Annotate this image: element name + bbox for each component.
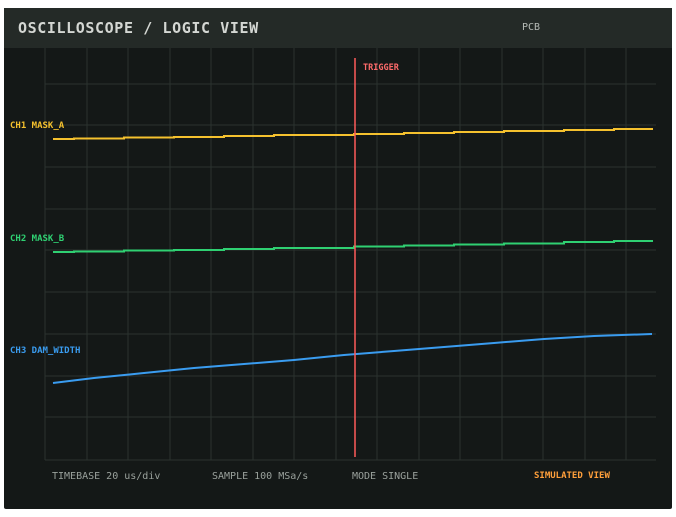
grid-lines (44, 48, 656, 461)
oscilloscope-window: OSCILLOSCOPE / LOGIC VIEW PCB TRIGGER CH… (4, 8, 672, 509)
ch3-label: CH3 DAM_WIDTH (10, 346, 81, 356)
mode-readout: MODE SINGLE (352, 471, 419, 482)
timebase-readout: TIMEBASE 20 us/div (52, 471, 161, 482)
sample-rate-readout: SAMPLE 100 MSa/s (212, 471, 309, 482)
trigger-label: TRIGGER (363, 63, 399, 73)
waveform-display[interactable] (4, 8, 672, 509)
ch1-label: CH1 MASK_A (10, 121, 65, 131)
ch2-label: CH2 MASK_B (10, 234, 65, 244)
simulated-view-badge: SIMULATED VIEW (534, 471, 610, 481)
ch1-waveform (53, 128, 653, 140)
